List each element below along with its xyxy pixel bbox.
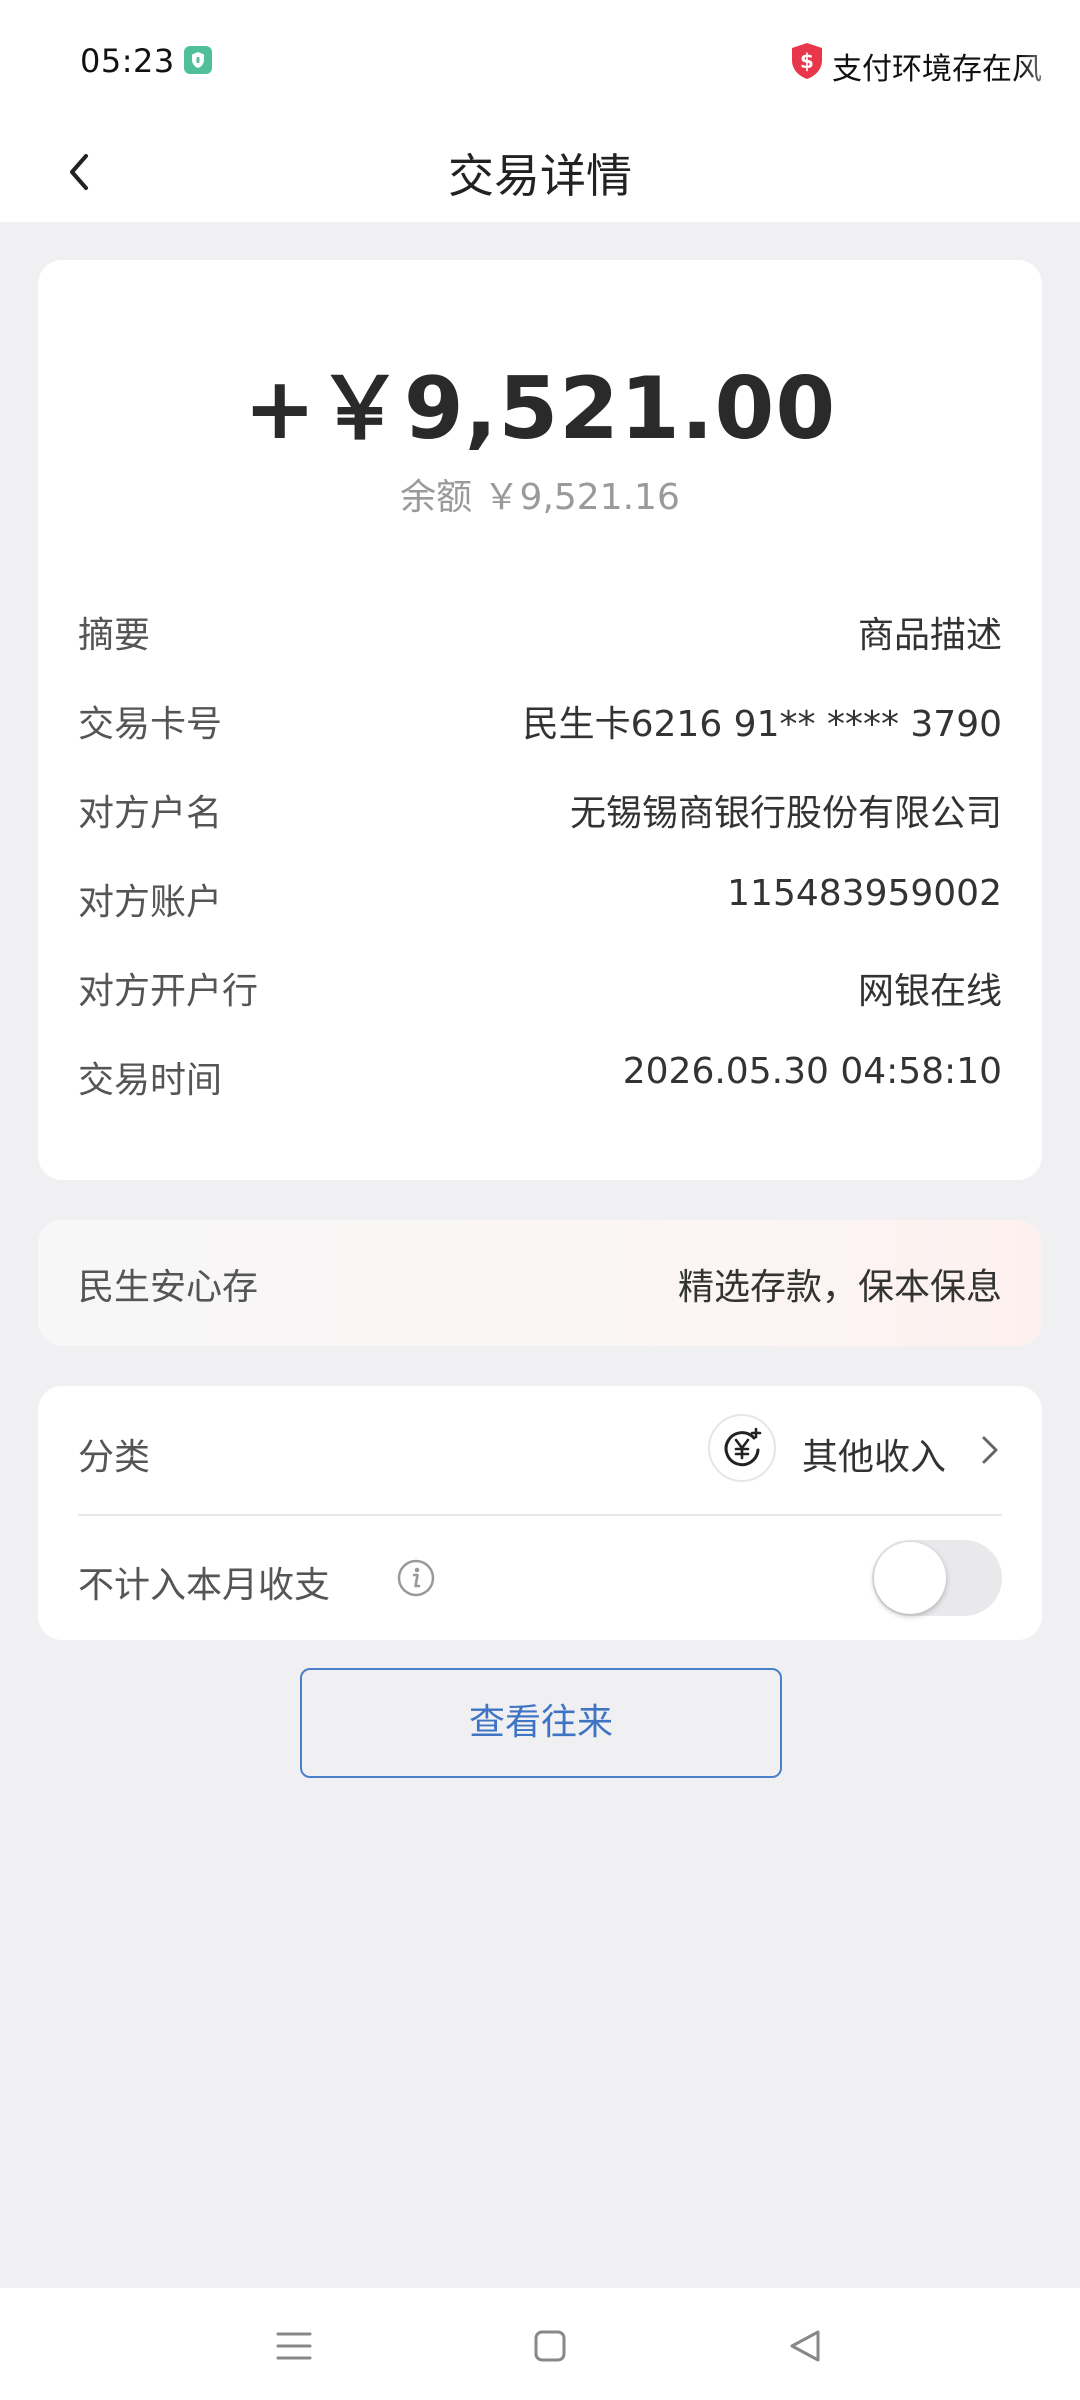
- detail-label: 对方开户行: [78, 971, 259, 1012]
- detail-label: 交易时间: [78, 1060, 223, 1101]
- toggle-knob: [874, 1542, 946, 1614]
- nav-bar: 交易详情: [0, 122, 1080, 222]
- detail-row-counterparty-bank: 对方开户行 网银在线: [78, 952, 1002, 1012]
- category-row[interactable]: 分类 其他收入: [78, 1386, 1002, 1514]
- detail-value: 民生卡6216 91** **** 3790: [522, 704, 1002, 745]
- category-card: 分类 其他收入 不计入本月收支: [38, 1386, 1042, 1640]
- transaction-detail-screen: 05:23 $ 支付环境存在风 交易详情 +￥9,521.00 余额 ￥9,52…: [0, 0, 1080, 2400]
- warning-fade: [1020, 40, 1080, 84]
- detail-value: 115483959002: [727, 873, 1002, 914]
- detail-value: 网银在线: [857, 971, 1002, 1012]
- chevron-right-icon: [978, 1430, 1002, 1474]
- detail-row-summary: 摘要 商品描述: [78, 596, 1002, 656]
- category-label: 分类: [78, 1437, 151, 1478]
- status-bar: 05:23 $ 支付环境存在风: [0, 0, 1080, 122]
- detail-label: 对方户名: [78, 793, 223, 834]
- system-navigation-bar: [0, 2288, 1080, 2400]
- exclude-from-monthly-row: 不计入本月收支: [78, 1516, 1002, 1640]
- detail-row-transaction-time: 交易时间 2026.05.30 04:58:10: [78, 1041, 1002, 1101]
- detail-label: 交易卡号: [78, 704, 223, 745]
- warning-text: 支付环境存在风: [832, 52, 1042, 84]
- security-shield-icon: [184, 46, 212, 74]
- page-title: 交易详情: [448, 149, 632, 203]
- promo-label: 民生安心存: [78, 1267, 259, 1308]
- home-icon[interactable]: [528, 2324, 572, 2368]
- promo-value: 精选存款，保本保息: [677, 1267, 1002, 1308]
- info-icon[interactable]: [396, 1558, 436, 1602]
- detail-value: 无锡锡商银行股份有限公司: [569, 793, 1002, 834]
- detail-row-counterparty-account: 对方账户 115483959002: [78, 863, 1002, 923]
- category-value: 其他收入: [801, 1437, 946, 1478]
- detail-label: 摘要: [78, 615, 151, 656]
- yuan-plus-icon: [708, 1414, 776, 1482]
- warning-shield-icon: $: [790, 42, 824, 84]
- balance-text: 余额 ￥9,521.16: [400, 477, 680, 518]
- transaction-amount: +￥9,521.00: [243, 359, 837, 459]
- detail-row-card-number: 交易卡号 民生卡6216 91** **** 3790: [78, 685, 1002, 745]
- recent-apps-icon[interactable]: [272, 2324, 316, 2368]
- status-time: 05:23: [80, 42, 175, 80]
- detail-value: 2026.05.30 04:58:10: [622, 1051, 1002, 1092]
- svg-text:$: $: [800, 49, 814, 73]
- system-back-icon[interactable]: [784, 2324, 828, 2368]
- exclude-label: 不计入本月收支: [78, 1565, 331, 1606]
- promo-banner[interactable]: 民生安心存 精选存款，保本保息: [38, 1220, 1042, 1346]
- transaction-card: +￥9,521.00 余额 ￥9,521.16 摘要 商品描述 交易卡号 民生卡…: [38, 260, 1042, 1180]
- detail-label: 对方账户: [78, 882, 223, 923]
- payment-environment-warning[interactable]: $ 支付环境存在风: [790, 40, 1080, 84]
- detail-value: 商品描述: [857, 615, 1002, 656]
- exclude-toggle[interactable]: [872, 1540, 1002, 1616]
- view-transactions-button[interactable]: 查看往来: [300, 1668, 782, 1778]
- detail-row-counterparty-name: 对方户名 无锡锡商银行股份有限公司: [78, 774, 1002, 834]
